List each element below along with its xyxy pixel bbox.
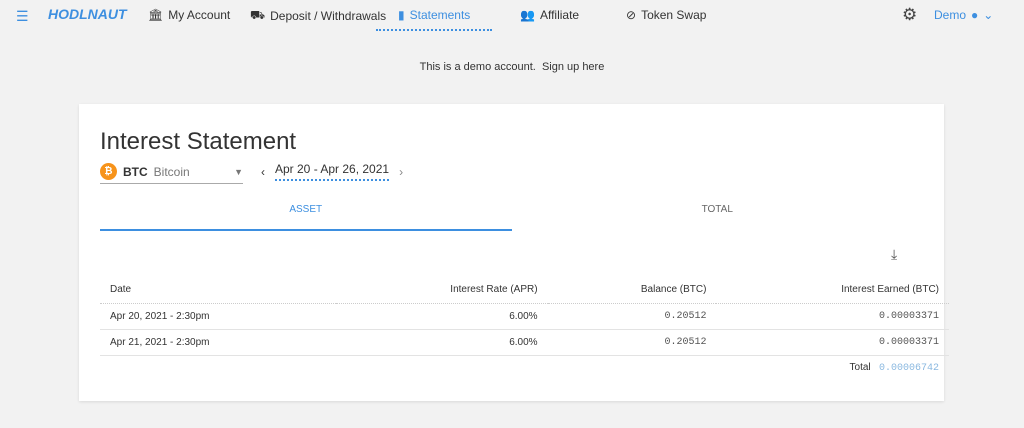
bank-icon: 🏛 xyxy=(148,8,164,22)
menu-icon[interactable]: ☰ xyxy=(16,9,30,23)
col-date: Date xyxy=(100,277,336,304)
nav-label: Token Swap xyxy=(641,8,707,22)
col-interest: Interest Earned (BTC) xyxy=(716,277,949,304)
nav-label: Statements xyxy=(409,8,471,22)
document-icon: ▮ xyxy=(398,8,405,22)
logo[interactable]: HODLNAUT xyxy=(48,6,127,22)
chevron-left-icon[interactable]: ‹ xyxy=(261,165,265,179)
tab-total[interactable]: TOTAL xyxy=(512,204,924,231)
cell: 6.00% xyxy=(335,329,548,356)
tab-asset[interactable]: ASSET xyxy=(100,204,512,231)
bitcoin-icon: ₿ xyxy=(100,163,117,180)
page-title: Interest Statement xyxy=(100,128,297,155)
avatar-icon: ● xyxy=(971,8,979,22)
nav-affiliate[interactable]: 👥 Affiliate xyxy=(520,8,579,22)
chevron-right-icon[interactable]: › xyxy=(399,165,403,179)
sign-up-link[interactable]: Sign up here xyxy=(542,61,604,73)
date-range: ‹ Apr 20 - Apr 26, 2021 › xyxy=(261,162,403,181)
statement-table: Date Interest Rate (APR) Balance (BTC) Inte… xyxy=(100,277,949,381)
nav-label: Affiliate xyxy=(539,8,580,22)
banner-text: This is a demo account. xyxy=(419,61,536,73)
nav-label: Deposit / Withdrawals xyxy=(270,9,387,23)
top-nav: ☰ HODLNAUT 🏛 My Account ⛟ Deposit / Withdr… xyxy=(0,0,1024,32)
cell: 0.00003371 xyxy=(716,329,949,356)
asset-symbol: BTC xyxy=(123,164,148,179)
user-name: Demo xyxy=(934,8,967,22)
caret-down-icon: ▼ xyxy=(234,166,243,177)
asset-name: Bitcoin xyxy=(153,164,190,179)
nav-token-swap[interactable]: ⊘ Token Swap xyxy=(626,8,706,22)
col-rate: Interest Rate (APR) xyxy=(335,277,548,304)
deposit-icon: ⛟ xyxy=(250,8,266,22)
chevron-down-icon: ⌄ xyxy=(983,8,994,22)
nav-label: My Account xyxy=(168,8,231,22)
total-row: Total 0.00006742 xyxy=(100,355,949,381)
user-menu[interactable]: Demo ● ⌄ xyxy=(934,8,993,22)
download-icon[interactable]: ⤓ xyxy=(891,246,897,263)
users-icon: 👥 xyxy=(520,8,535,22)
col-balance: Balance (BTC) xyxy=(547,277,717,304)
cell: Apr 20, 2021 - 2:30pm xyxy=(100,303,336,330)
nav-statements[interactable]: ▮ Statements xyxy=(376,8,493,31)
total-value: 0.00006742 xyxy=(878,363,939,375)
cell: 0.20512 xyxy=(547,303,717,330)
cell: 0.00003371 xyxy=(716,303,949,330)
date-range-picker[interactable]: Apr 20 - Apr 26, 2021 xyxy=(275,162,390,181)
nav-deposit-withdrawals[interactable]: ⛟ Deposit / Withdrawals xyxy=(250,8,386,24)
asset-select[interactable]: ₿ BTC Bitcoin ▼ xyxy=(100,160,243,184)
cell: 6.00% xyxy=(335,303,548,330)
cell: Apr 21, 2021 - 2:30pm xyxy=(100,329,336,356)
tabs: ASSET TOTAL xyxy=(100,204,923,231)
cell: 0.20512 xyxy=(547,329,717,356)
nav-my-account[interactable]: 🏛 My Account xyxy=(148,8,230,22)
table-row: Apr 21, 2021 - 2:30pm 6.00% 0.20512 0.00003… xyxy=(100,329,949,356)
demo-banner: This is a demo account. Sign up here xyxy=(0,61,1024,73)
total-label: Total xyxy=(849,362,871,374)
gear-icon[interactable]: ⚙ xyxy=(902,5,917,25)
table-row: Apr 20, 2021 - 2:30pm 6.00% 0.20512 0.00003… xyxy=(100,303,949,330)
swap-icon: ⊘ xyxy=(626,8,637,22)
statement-card: Interest Statement ₿ BTC Bitcoin ▼ ‹ Apr 20 … xyxy=(79,104,949,401)
